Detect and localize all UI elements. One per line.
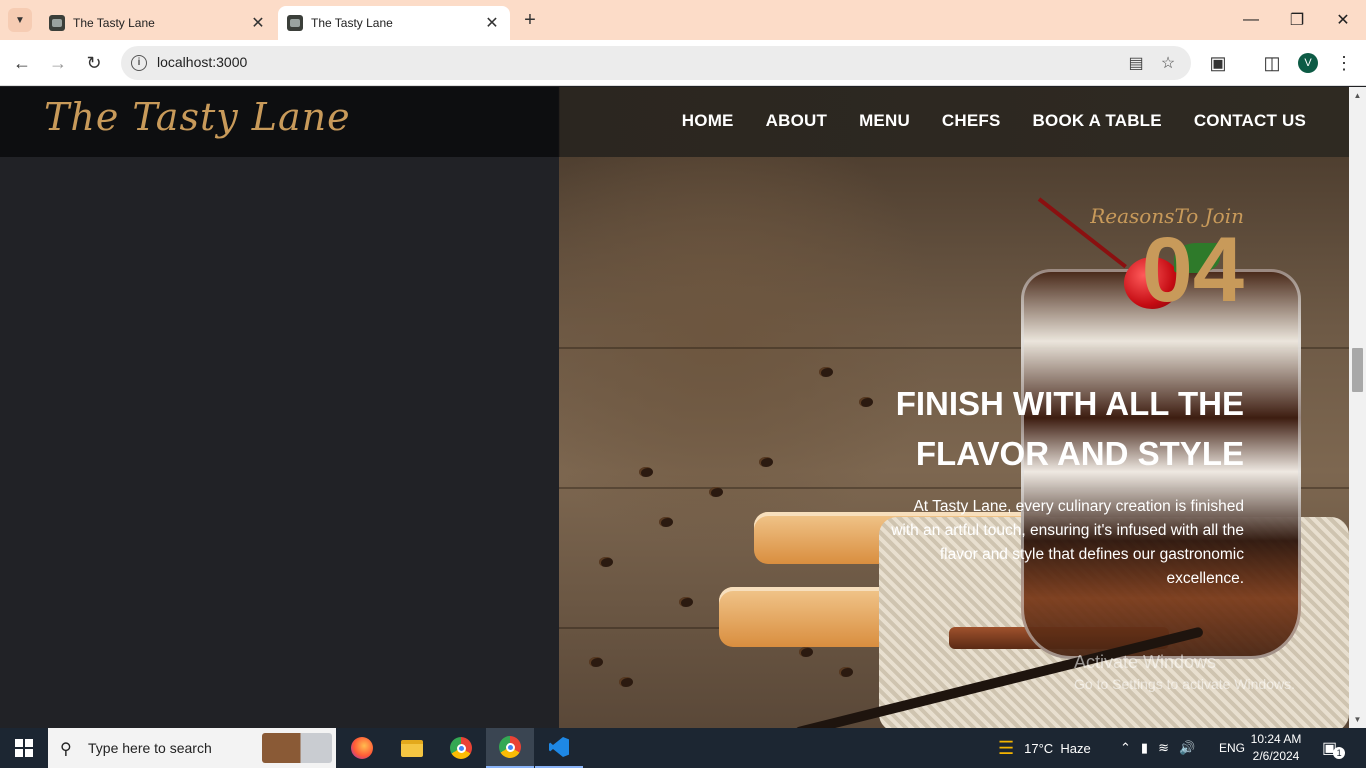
minimize-icon: — — [1243, 11, 1259, 28]
new-tab-button[interactable]: + — [518, 8, 542, 32]
chrome-icon — [499, 736, 521, 758]
nav-about[interactable]: ABOUT — [766, 111, 827, 131]
arrow-right-icon: → — [49, 52, 67, 73]
site-navbar: The Tasty Lane HOME ABOUT MENU CHEFS BOO… — [0, 87, 1349, 157]
site-logo[interactable]: The Tasty Lane — [44, 95, 351, 139]
taskbar-firefox[interactable] — [338, 728, 386, 768]
address-url[interactable]: localhost:3000 — [157, 54, 247, 70]
battery-icon[interactable]: ▮ — [1141, 740, 1148, 756]
forward-button[interactable]: → — [42, 47, 74, 79]
arrow-left-icon: ← — [13, 52, 31, 73]
reload-button[interactable]: ↻ — [78, 47, 110, 79]
page-scrollbar[interactable]: ▲ ▼ — [1349, 87, 1366, 728]
speaker-icon[interactable]: 🔊 — [1179, 740, 1195, 756]
system-tray: ⌃ ▮ ≋ 🔊 — [1120, 728, 1195, 768]
section-description: At Tasty Lane, every culinary creation i… — [891, 498, 1244, 587]
main-nav: HOME ABOUT MENU CHEFS BOOK A TABLE CONTA… — [682, 111, 1306, 131]
close-icon[interactable]: ✕ — [248, 13, 268, 33]
reason-number: 04 — [1141, 219, 1244, 321]
scroll-down-icon[interactable]: ▼ — [1349, 711, 1366, 728]
taskbar-vscode[interactable] — [535, 728, 583, 768]
firefox-icon — [351, 737, 373, 759]
notification-count: 1 — [1333, 747, 1346, 759]
close-icon: ✕ — [1336, 12, 1350, 29]
windows-logo-icon — [15, 739, 33, 757]
reason-panel — [0, 157, 559, 728]
scrollbar-thumb[interactable] — [1352, 348, 1363, 392]
taskbar-clock[interactable]: 10:24 AM 2/6/2024 — [1246, 731, 1306, 765]
install-app-icon[interactable]: ▤ — [1125, 52, 1147, 74]
browser-tab-active[interactable]: The Tasty Lane ✕ — [278, 6, 510, 40]
extensions-button[interactable]: ▣ — [1202, 47, 1234, 79]
wifi-icon[interactable]: ≋ — [1158, 740, 1169, 756]
language-indicator[interactable]: ENG — [1219, 728, 1245, 768]
browser-tabstrip: ▼ The Tasty Lane ✕ The Tasty Lane ✕ + — … — [0, 0, 1366, 40]
taskbar-chrome[interactable] — [437, 728, 485, 768]
site-favicon-icon — [287, 15, 303, 31]
haze-weather-icon: ☰ — [998, 737, 1015, 758]
reload-icon: ↻ — [86, 52, 102, 73]
weather-widget[interactable]: ☰ 17°C Haze — [998, 728, 1091, 768]
more-vert-icon: ⋮ — [1335, 52, 1353, 73]
close-window-button[interactable]: ✕ — [1320, 0, 1366, 40]
browser-tab[interactable]: The Tasty Lane ✕ — [40, 6, 276, 40]
minimize-button[interactable]: — — [1228, 0, 1274, 40]
clock-date: 2/6/2024 — [1252, 749, 1300, 763]
chevron-up-icon[interactable]: ⌃ — [1120, 740, 1131, 756]
heading-line-2: FLAVOR AND STYLE — [915, 435, 1244, 472]
plus-icon: + — [524, 8, 536, 31]
nav-menu[interactable]: MENU — [859, 111, 910, 131]
windows-taskbar: ⚲ Type here to search ☰ 17°C Haze ⌃ ▮ ≋ … — [0, 728, 1366, 768]
nav-chefs[interactable]: CHEFS — [942, 111, 1001, 131]
search-icon: ⚲ — [60, 741, 72, 758]
folder-icon — [401, 739, 423, 757]
restore-button[interactable]: ❐ — [1274, 0, 1320, 40]
profile-avatar[interactable]: V — [1298, 53, 1318, 73]
browser-toolbar: ← → ↻ i localhost:3000 ▤ ☆ ▣ ◫ V ⋮ — [0, 40, 1366, 86]
taskbar-file-explorer[interactable] — [388, 728, 436, 768]
weather-text: 17°C Haze — [1024, 740, 1091, 756]
nav-book-a-table[interactable]: BOOK A TABLE — [1033, 111, 1162, 131]
web-page: Activate Windows Go to Settings to activ… — [0, 87, 1349, 728]
search-highlight-icon — [262, 733, 332, 763]
vscode-icon — [549, 737, 569, 757]
close-icon[interactable]: ✕ — [482, 13, 502, 33]
tab-title: The Tasty Lane — [311, 16, 393, 30]
nav-home[interactable]: HOME — [682, 111, 734, 131]
back-button[interactable]: ← — [6, 47, 38, 79]
side-panel-button[interactable]: ◫ — [1256, 47, 1288, 79]
tab-title: The Tasty Lane — [73, 16, 155, 30]
section-heading: FINISH WITH ALL THE FLAVOR AND STYLE — [824, 379, 1244, 479]
taskbar-chrome-active[interactable] — [486, 728, 534, 768]
search-placeholder: Type here to search — [88, 740, 212, 756]
bookmark-star-icon[interactable]: ☆ — [1157, 52, 1179, 74]
start-button[interactable] — [0, 728, 48, 768]
chevron-down-icon: ▼ — [15, 14, 25, 26]
chrome-icon — [450, 737, 472, 759]
side-panel-icon: ◫ — [1263, 52, 1281, 73]
taskbar-search[interactable]: ⚲ Type here to search — [48, 728, 336, 768]
site-favicon-icon — [49, 15, 65, 31]
address-bar[interactable]: i localhost:3000 ▤ ☆ — [121, 46, 1191, 80]
site-info-icon[interactable]: i — [131, 55, 147, 71]
restore-icon: ❐ — [1289, 12, 1305, 29]
menu-button[interactable]: ⋮ — [1328, 47, 1360, 79]
nav-contact-us[interactable]: CONTACT US — [1194, 111, 1306, 131]
notification-center[interactable]: ▣ 1 — [1322, 728, 1346, 768]
tab-search-button[interactable]: ▼ — [8, 8, 32, 32]
scroll-up-icon[interactable]: ▲ — [1349, 87, 1366, 104]
activate-windows-watermark: Activate Windows — [1074, 652, 1217, 672]
puzzle-icon: ▣ — [1209, 52, 1227, 73]
clock-time: 10:24 AM — [1250, 732, 1302, 746]
activate-windows-subtext: Go to Settings to activate Windows. — [1074, 676, 1295, 692]
heading-line-1: FINISH WITH ALL THE — [895, 385, 1244, 422]
